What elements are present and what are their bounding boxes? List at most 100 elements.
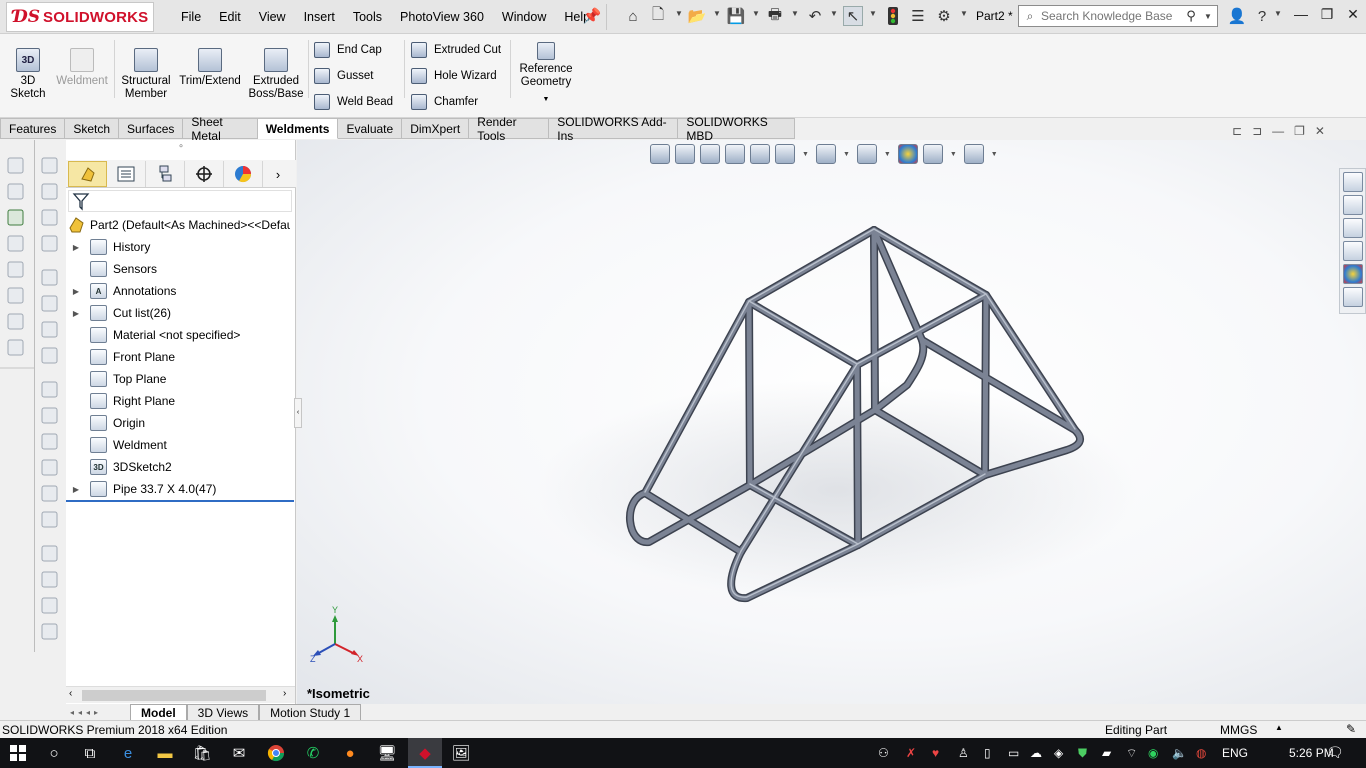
chevron-down-icon[interactable]: ▼ <box>830 9 838 18</box>
search-icon[interactable]: ○ <box>44 743 64 763</box>
appearances-icon[interactable] <box>1343 264 1363 284</box>
search-icon[interactable]: ⚲ <box>1181 8 1201 24</box>
edge-browser-icon[interactable]: e <box>118 743 138 763</box>
close-icon[interactable]: ✕ <box>1315 124 1325 138</box>
tab-weldments[interactable]: Weldments <box>257 118 339 139</box>
solidworks-resources-icon[interactable] <box>1343 172 1363 192</box>
mail-icon[interactable]: ✉ <box>229 743 249 763</box>
tray-app-icon[interactable]: ◉ <box>1148 746 1158 760</box>
expand-arrow-icon[interactable]: ▶ <box>70 243 82 252</box>
extruded-boss-base-button[interactable]: Extruded Boss/Base <box>246 48 306 101</box>
action-center-icon[interactable]: 🗨 <box>1326 744 1344 761</box>
tab-render-tools[interactable]: Render Tools <box>469 115 550 143</box>
tree-item[interactable]: ▶ A Annotations <box>70 280 176 302</box>
weldment-frame-model[interactable]: Y X Z <box>297 140 1366 704</box>
tree-item[interactable]: Right Plane <box>70 390 175 412</box>
menu-file[interactable]: File <box>172 10 210 24</box>
3d-sketch-button[interactable]: 3D 3D Sketch <box>8 48 48 101</box>
save-icon[interactable]: 💾 <box>726 6 746 26</box>
windows-start-icon[interactable] <box>8 743 28 763</box>
panel-collapse-handle[interactable]: ‹ <box>294 398 302 428</box>
display-manager-tab-icon[interactable] <box>224 161 263 187</box>
tray-app-icon[interactable]: ♙ <box>958 746 969 760</box>
tab-scroll-arrows-icon[interactable]: ◂◂◂▸ <box>66 704 130 720</box>
structural-member-button[interactable]: Structural Member <box>118 48 174 101</box>
remote-desktop-icon[interactable]: 🖥 <box>377 743 397 763</box>
search-filter-icon[interactable]: ⌕ <box>1019 9 1041 24</box>
tooltip-balloon-icon[interactable]: ✎ <box>1346 722 1356 736</box>
chevron-down-icon[interactable]: ▼ <box>791 9 799 18</box>
design-library-icon[interactable] <box>1343 195 1363 215</box>
menu-window[interactable]: Window <box>493 10 555 24</box>
chevron-right-icon[interactable]: › <box>263 161 293 187</box>
home-icon[interactable]: ⌂ <box>623 6 643 26</box>
menu-tools[interactable]: Tools <box>344 10 391 24</box>
dimxpert-manager-tab-icon[interactable] <box>185 161 224 187</box>
scroll-right-icon[interactable]: › <box>283 688 286 699</box>
zoom-to-fit-icon[interactable] <box>650 144 670 164</box>
tray-app-icon[interactable]: ✗ <box>906 746 916 760</box>
scroll-left-icon[interactable]: ‹ <box>69 688 72 699</box>
tab-dimxpert[interactable]: DimXpert <box>402 118 470 139</box>
network-icon[interactable]: ⌔ <box>1126 746 1137 761</box>
edit-appearance-icon[interactable] <box>897 144 918 164</box>
user-icon[interactable]: 👤 <box>1227 6 1247 26</box>
tray-app-icon[interactable]: ▭ <box>1008 746 1019 760</box>
tree-item[interactable]: Sensors <box>70 258 157 280</box>
chevron-down-icon[interactable]: ▼ <box>991 151 998 158</box>
chevron-down-icon[interactable]: ▼ <box>843 151 850 158</box>
weldment-button[interactable]: Weldment <box>52 48 112 88</box>
tree-item[interactable]: Weldment <box>70 434 167 456</box>
reference-geometry-button[interactable]: Reference Geometry ▼ <box>516 42 576 106</box>
tree-item[interactable]: 3D 3DSketch2 <box>70 456 172 478</box>
menu-view[interactable]: View <box>250 10 295 24</box>
tab-sketch[interactable]: Sketch <box>65 118 120 139</box>
file-properties-icon[interactable]: ☰ <box>908 6 928 26</box>
tree-filter-bar[interactable] <box>68 190 292 212</box>
tab-3d-views[interactable]: 3D Views <box>186 704 260 720</box>
solidworks-logo[interactable]: ƊS SOLIDWORKS <box>6 2 154 32</box>
expand-arrow-icon[interactable]: ▶ <box>70 485 82 494</box>
display-style-icon[interactable] <box>815 144 836 164</box>
filter-icon[interactable] <box>72 192 92 212</box>
configuration-manager-tab-icon[interactable] <box>146 161 185 187</box>
chamfer-button[interactable]: Chamfer <box>411 92 501 112</box>
restore-icon[interactable]: ❐ <box>1294 124 1305 138</box>
apply-scene-icon[interactable] <box>922 144 943 164</box>
chevron-down-icon[interactable]: ▼ <box>1274 9 1282 18</box>
feature-manager-tree-tab-icon[interactable] <box>68 161 107 187</box>
taskbar-solidworks-active[interactable]: ◆ <box>408 738 442 768</box>
tree-item[interactable]: ▶ Pipe 33.7 X 4.0(47) <box>70 478 216 500</box>
expand-arrow-icon[interactable]: ▶ <box>70 309 82 318</box>
tab-motion-study[interactable]: Motion Study 1 <box>259 704 362 720</box>
firefox-icon[interactable]: ● <box>340 743 360 763</box>
task-view-icon[interactable]: ⧉ <box>80 743 100 763</box>
tree-root-part[interactable]: Part2 (Default<As Machined><<Default> <box>68 214 290 236</box>
chevron-up-icon[interactable]: ▲ <box>1275 723 1283 732</box>
tray-app-icon[interactable]: ▰ <box>1102 746 1111 760</box>
battery-icon[interactable]: ▯ <box>984 746 991 760</box>
onedrive-icon[interactable]: ☁ <box>1030 746 1042 760</box>
chrome-icon[interactable] <box>266 743 286 763</box>
chevron-down-icon[interactable]: ▼ <box>713 9 721 18</box>
tab-sheet-metal[interactable]: Sheet Metal <box>183 115 258 143</box>
minimize-icon[interactable]: — <box>1288 6 1314 26</box>
input-language[interactable]: ENG <box>1222 746 1248 760</box>
gusset-button[interactable]: Gusset <box>314 66 393 86</box>
tray-app-icon[interactable]: ♥ <box>932 746 939 760</box>
view-settings-icon[interactable] <box>963 144 984 164</box>
chevron-down-icon[interactable]: ▼ <box>950 151 957 158</box>
zoom-to-area-icon[interactable] <box>675 144 695 164</box>
rebuild-traffic-light-icon[interactable] <box>883 6 903 26</box>
tab-surfaces[interactable]: Surfaces <box>119 118 184 139</box>
chevron-down-icon[interactable]: ▼ <box>869 9 877 18</box>
restore-icon[interactable]: ❐ <box>1314 6 1340 26</box>
tray-app-icon[interactable]: ◍ <box>1196 746 1206 760</box>
tab-addins[interactable]: SOLIDWORKS Add-Ins <box>549 115 679 143</box>
search-input[interactable] <box>1041 9 1181 23</box>
pin-icon[interactable]: 📌 <box>582 6 602 26</box>
hole-wizard-button[interactable]: Hole Wizard <box>411 66 501 86</box>
view-orientation-icon[interactable] <box>775 144 795 164</box>
store-icon[interactable]: 🛍 <box>192 743 212 763</box>
tree-item[interactable]: Front Plane <box>70 346 175 368</box>
